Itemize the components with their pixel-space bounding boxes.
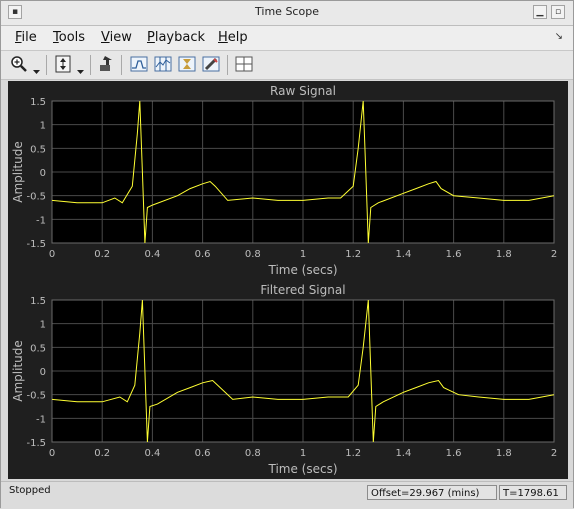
filtered-signal-xlabel: Time (secs) (267, 462, 337, 476)
filtered-signal-ylabel: Amplitude (11, 340, 25, 402)
raw-signal-xtick-label: 0.4 (144, 249, 160, 260)
filtered-signal-xtick-label: 1.2 (345, 448, 361, 459)
toolbar-separator (46, 55, 47, 75)
filtered-signal-ytick-label: -1.5 (26, 438, 46, 449)
menu-playback-label: Playback (147, 30, 206, 45)
filtered-signal-ytick-label: 1.5 (30, 296, 46, 307)
raw-signal-ytick-label: 1.5 (30, 97, 46, 108)
raw-signal-xtick-label: 1.4 (395, 249, 411, 260)
raw-signal-xtick-label: 1.6 (446, 249, 462, 260)
filtered-signal-xtick-label: 2 (551, 448, 557, 459)
filtered-signal-xtick-label: 0.4 (144, 448, 160, 459)
menu-view-label: View (101, 30, 132, 45)
toolbar-separator (227, 55, 228, 75)
raw-signal-ytick-label: 0 (40, 168, 46, 179)
cursor-measurements-icon[interactable] (153, 54, 173, 74)
menu-help[interactable]: Help (218, 30, 248, 45)
filtered-signal-xtick-label: 1.6 (446, 448, 462, 459)
minimize-icon[interactable]: ▁ (533, 5, 547, 19)
menu-tools[interactable]: Tools (53, 30, 85, 45)
scope-display: Raw Signal 0 0.2 0.4 0.6 0.8 1 1.2 1.4 1.6 1.8 2 1.5… (8, 81, 568, 479)
zoom-in-icon[interactable] (9, 54, 29, 74)
raw-signal-title: Raw Signal (270, 84, 336, 98)
filtered-signal-ytick-label: -0.5 (26, 391, 46, 402)
peak-finder-icon[interactable] (201, 54, 221, 74)
raw-signal-xtick-label: 1.8 (496, 249, 512, 260)
filtered-signal-ytick-label: 0 (40, 367, 46, 378)
filtered-signal-title: Filtered Signal (260, 283, 345, 297)
menu-file[interactable]: File (15, 30, 37, 45)
scale-axes-icon[interactable] (53, 54, 73, 74)
filtered-signal-xtick-label: 0 (49, 448, 55, 459)
raw-signal-xlabel: Time (secs) (267, 263, 337, 277)
signal-statistics-icon[interactable] (177, 54, 197, 74)
raw-signal-ytick-label: 1 (40, 121, 46, 132)
filtered-signal-xtick-label: 0.2 (94, 448, 110, 459)
raw-signal-ylabel: Amplitude (11, 141, 25, 203)
toolbar-separator (90, 55, 91, 75)
time-scope-window: Time Scope ▪ ▁ ▫ File Tools View Playbac… (0, 0, 574, 509)
toolbar (1, 51, 573, 80)
raw-signal-ytick-label: 0.5 (30, 144, 46, 155)
status-bar: Stopped Offset=29.967 (mins) T=1798.61 (1, 481, 573, 509)
raw-signal-xtick-label: 2 (551, 249, 557, 260)
title-bar: Time Scope ▪ ▁ ▫ (1, 1, 573, 26)
scale-dropdown-icon[interactable] (77, 60, 84, 74)
raw-signal-xtick-label: 0.8 (245, 249, 261, 260)
status-time: T=1798.61 (499, 485, 567, 500)
highlight-simulink-icon[interactable] (97, 54, 117, 74)
raw-signal-ytick-label: -1.5 (26, 239, 46, 250)
triggers-icon[interactable] (129, 54, 149, 74)
toolbar-separator (121, 55, 122, 75)
status-state: Stopped (9, 485, 51, 496)
menu-view[interactable]: View (101, 30, 132, 45)
raw-signal-xtick-label: 0.6 (195, 249, 211, 260)
filtered-signal-ytick-label: -1 (36, 414, 46, 425)
filtered-signal-plot[interactable]: Filtered Signal 0 0.2 0.4 0.6 0.8 1 1.2 1.4 1.6 1.… (8, 280, 568, 479)
zoom-dropdown-icon[interactable] (33, 60, 40, 74)
maximize-icon[interactable]: ▫ (551, 5, 565, 19)
window-title: Time Scope (255, 5, 319, 18)
raw-signal-xtick-label: 0 (49, 249, 55, 260)
undock-icon[interactable]: ↘ (555, 31, 563, 42)
filtered-signal-xtick-label: 0.6 (195, 448, 211, 459)
filtered-signal-ytick-label: 0.5 (30, 343, 46, 354)
menu-tools-label: Tools (53, 30, 86, 45)
menu-help-label: Help (218, 30, 248, 45)
raw-signal-ytick-label: -0.5 (26, 192, 46, 203)
filtered-signal-xtick-label: 1 (300, 448, 306, 459)
status-offset: Offset=29.967 (mins) (367, 485, 497, 500)
raw-signal-xtick-label: 1 (300, 249, 306, 260)
menu-bar: File Tools View Playback Help ↘ (1, 26, 573, 51)
filtered-signal-xtick-label: 0.8 (245, 448, 261, 459)
filtered-signal-xtick-label: 1.8 (496, 448, 512, 459)
layout-icon[interactable] (234, 54, 254, 74)
raw-signal-xtick-label: 1.2 (345, 249, 361, 260)
raw-signal-plot[interactable]: Raw Signal 0 0.2 0.4 0.6 0.8 1 1.2 1.4 1.6 1.8 2 1.5… (8, 81, 568, 280)
raw-signal-ytick-label: -1 (36, 215, 46, 226)
window-menu-icon[interactable]: ▪ (8, 5, 22, 19)
menu-file-label: File (15, 30, 37, 45)
raw-signal-xtick-label: 0.2 (94, 249, 110, 260)
filtered-signal-xtick-label: 1.4 (395, 448, 411, 459)
filtered-signal-ytick-label: 1 (40, 320, 46, 331)
menu-playback[interactable]: Playback (147, 30, 205, 45)
